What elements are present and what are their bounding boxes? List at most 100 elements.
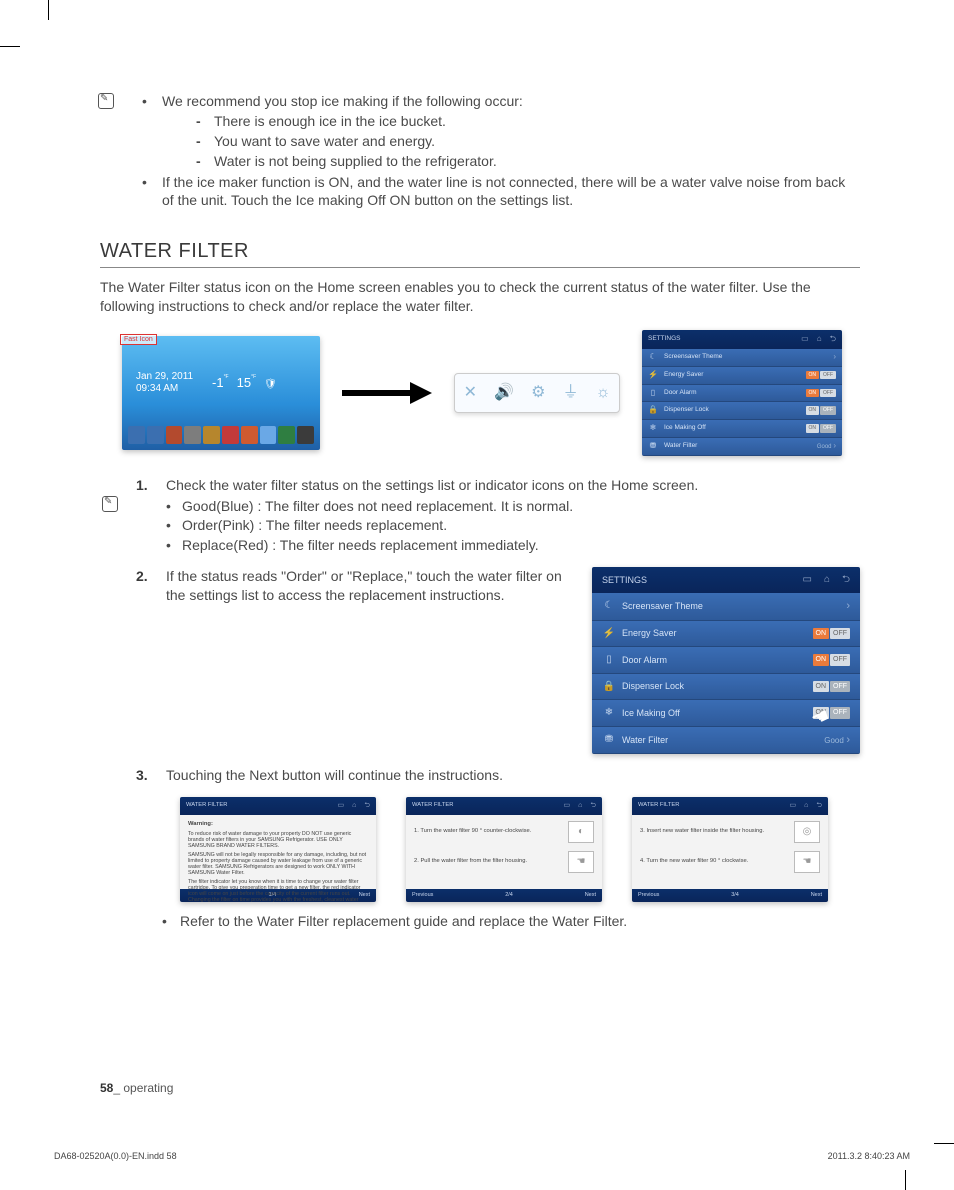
warn-p2: SAMSUNG will not be legally responsible … [188,852,368,876]
next-button[interactable]: Next [811,892,822,899]
row-energy[interactable]: ⚡Energy Saver ONOFF [592,621,860,648]
previous-button[interactable]: Previous [638,892,659,899]
rec-dash-1: There is enough ice in the ice bucket. [162,112,860,131]
step-1: Check the water filter status on the set… [128,476,860,556]
filter-turn-cw-icon: ☚ [794,851,820,873]
wf-title: WATER FILTER [412,802,453,810]
door-toggle[interactable]: ONOFF [813,654,851,665]
home-icon: ⌂ [817,334,822,345]
page-content: We recommend you stop ice making if the … [100,90,860,931]
page-number: 58 [100,1081,113,1095]
min-icon: ▭ [338,801,345,810]
strip-icon: 🔊 [494,382,514,404]
energy-toggle[interactable]: ONOFF [813,628,851,639]
inst-3b: 4. Turn the new water filter 90 ° clockw… [640,858,794,866]
strip-icon: ⚙ [531,382,545,404]
freezer-temp: -1°F [212,374,229,392]
app-tile[interactable] [241,426,258,444]
wf-body-3: 3. Insert new water filter inside the fi… [632,815,828,889]
ice-icon: ❄ [602,706,616,720]
screensaver-icon: ☾ [602,599,616,613]
step1-text: Check the water filter status on the set… [166,477,698,493]
settings-screen-small: SETTINGS ▭⌂⮌ ☾Screensaver Theme › ⚡Energ… [642,330,842,456]
app-tile[interactable] [203,426,220,444]
min-icon: ▭ [564,801,571,810]
wf-body-1: Warning: To reduce risk of water damage … [180,815,376,889]
dispenser-toggle[interactable]: ONOFF [806,406,837,415]
settings-title: SETTINGS [602,574,647,586]
note-icon [102,496,118,512]
fridge-temp: 15°F [237,374,257,392]
section-rule [100,267,860,268]
next-button[interactable]: Next [585,892,596,899]
intro-paragraph: The Water Filter status icon on the Home… [100,278,860,316]
settings-header: SETTINGS ▭⌂⮌ [592,567,860,593]
page-indicator: 2/4 [433,892,584,899]
crop-mark-br-v [905,1170,906,1190]
door-toggle[interactable]: ONOFF [806,389,837,398]
back-icon: ⮌ [830,334,836,345]
filter-turn-icon: ◐ [568,821,594,843]
app-tile[interactable] [222,426,239,444]
row-ice[interactable]: ❄Ice Making Off ONOFF [642,420,842,438]
warn-label: Warning: [188,821,368,829]
energy-icon: ⚡ [602,627,616,641]
previous-button[interactable]: Previous [412,892,433,899]
app-tile[interactable] [166,426,183,444]
strip-icon: ☼ [596,382,611,404]
back-icon: ⮌ [364,801,370,810]
home-screen-figure: Fast Icon Jan 29, 2011 09:34 AM -1°F 15°… [122,336,320,450]
wf-title: WATER FILTER [638,802,679,810]
home-icon: ⌂ [352,801,356,810]
row-dispenser[interactable]: 🔒Dispenser Lock ONOFF [592,674,860,701]
note-icon [98,93,114,109]
row-water[interactable]: ⛃Water Filter Good › [642,438,842,456]
home-icon: ⌂ [804,801,808,810]
dispenser-toggle[interactable]: ONOFF [813,681,851,692]
row-door[interactable]: ▯Door Alarm ONOFF [592,647,860,674]
app-tile[interactable] [260,426,277,444]
chevron-right-icon: › [833,352,836,363]
chevron-right-icon: › [846,734,850,746]
row-dispenser[interactable]: 🔒Dispenser Lock ONOFF [642,402,842,420]
row-door[interactable]: ▯Door Alarm ONOFF [642,385,842,403]
step3-text: Touching the Next button will continue t… [166,767,503,783]
rec-dash-2: You want to save water and energy. [162,132,860,151]
rec-dash-3: Water is not being supplied to the refri… [162,152,860,171]
row-ice[interactable]: ❄Ice Making Off ONOFF [592,700,860,727]
wf-screen-3: WATER FILTER ▭⌂⮌ 3. Insert new water fil… [632,797,828,902]
wf-footer-2: Previous2/4Next [406,889,602,902]
water-filter-icon: ⛃ [648,441,658,452]
wf-title: WATER FILTER [186,802,227,810]
lock-icon: 🔒 [648,405,658,416]
recommend-block: We recommend you stop ice making if the … [100,92,860,210]
status-good: Good(Blue) : The filter does not need re… [166,497,860,516]
row-screensaver[interactable]: ☾Screensaver Theme › [642,349,842,367]
ice-toggle[interactable]: ONOFF [813,707,851,718]
app-tile[interactable] [147,426,164,444]
step-2: If the status reads "Order" or "Replace,… [128,567,860,754]
back-icon: ⮌ [842,573,850,587]
screens-row-1: Fast Icon Jan 29, 2011 09:34 AM -1°F 15°… [122,330,860,456]
settings-title: SETTINGS [648,335,681,344]
energy-icon: ⚡ [648,370,658,381]
home-app-row [128,426,314,444]
home-icon: ⌂ [824,573,830,587]
icon-strip-figure: ✕🔊⚙⏚☼ [454,373,620,413]
energy-toggle[interactable]: ONOFF [806,371,837,380]
app-tile[interactable] [297,426,314,444]
app-tile[interactable] [128,426,145,444]
app-tile[interactable] [184,426,201,444]
screensaver-icon: ☾ [648,352,658,363]
water-filter-icon: ⛃ [602,733,616,747]
row-energy[interactable]: ⚡Energy Saver ONOFF [642,367,842,385]
page-section: _ operating [113,1081,173,1095]
row-screensaver[interactable]: ☾Screensaver Theme › [592,593,860,621]
crop-mark-tl-v [48,0,49,20]
app-tile[interactable] [278,426,295,444]
ice-toggle[interactable]: ONOFF [806,424,837,433]
row-water[interactable]: ⛃Water Filter Good › [592,727,860,755]
door-icon: ▯ [602,653,616,667]
rec-text: We recommend you stop ice making if the … [162,93,523,109]
back-icon: ⮌ [816,801,822,810]
